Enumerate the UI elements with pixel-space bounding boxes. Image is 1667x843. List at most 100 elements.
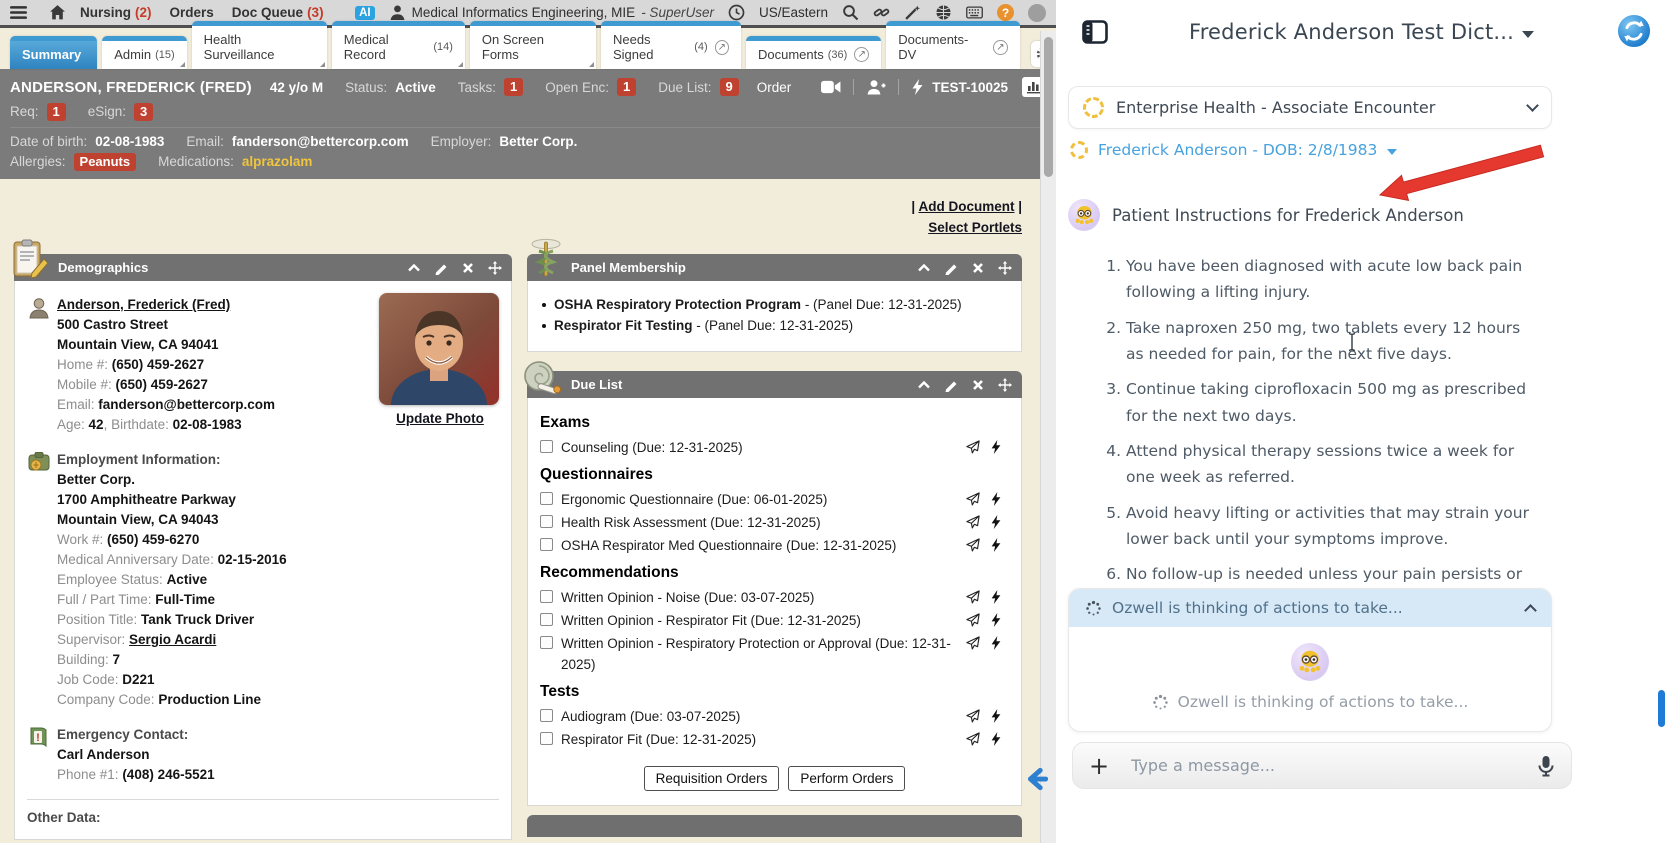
lightning-icon[interactable] [989, 708, 1003, 723]
search-icon[interactable] [842, 4, 859, 21]
lightning-icon[interactable] [911, 79, 924, 95]
allergy-badge[interactable]: Peanuts [73, 152, 137, 171]
due-item-checkbox[interactable] [540, 636, 553, 649]
close-icon[interactable] [461, 261, 475, 275]
attach-plus-button[interactable]: + [1089, 754, 1109, 778]
lightning-icon[interactable] [989, 612, 1003, 627]
tab[interactable]: Admin (15) [102, 36, 187, 69]
svg-text:!: ! [36, 732, 40, 744]
ozwell-logo-icon[interactable] [1617, 14, 1651, 48]
lightning-icon[interactable] [989, 439, 1003, 454]
collapse-icon[interactable] [407, 261, 421, 275]
collapse-icon[interactable] [917, 261, 931, 275]
sidebar-toggle-icon[interactable] [1082, 20, 1108, 44]
send-icon[interactable] [966, 612, 980, 627]
move-icon[interactable] [488, 260, 502, 275]
tab[interactable]: Documents-DV ↗ [886, 21, 1020, 69]
topbar-nav-item[interactable]: Doc Queue (3) [232, 5, 324, 20]
requisition-orders-button[interactable]: Requisition Orders [643, 766, 780, 791]
esign-count-badge[interactable]: 3 [134, 102, 154, 121]
open-enc-count-badge[interactable]: 1 [617, 78, 637, 96]
home-icon[interactable] [49, 4, 66, 21]
send-icon[interactable] [966, 708, 980, 723]
due-item-checkbox[interactable] [540, 732, 553, 745]
chat-patient-dropdown[interactable]: Frederick Anderson - DOB: 2/8/1983 [1070, 141, 1552, 159]
tasks-count-badge[interactable]: 1 [503, 78, 524, 96]
add-person-icon[interactable] [866, 79, 886, 95]
wand-icon[interactable] [904, 4, 921, 21]
tab[interactable]: Documents (36) ↗ [745, 36, 882, 69]
link-icon[interactable] [873, 4, 890, 21]
due-item-checkbox[interactable] [540, 538, 553, 551]
ai-badge[interactable]: AI [355, 5, 375, 20]
globe-icon[interactable] [935, 4, 952, 21]
send-icon[interactable] [966, 491, 980, 506]
encounter-card[interactable]: Enterprise Health - Associate Encounter [1068, 86, 1552, 129]
move-icon[interactable] [998, 377, 1012, 392]
ehr-scrollbar[interactable] [1040, 31, 1056, 843]
lightning-icon[interactable] [989, 537, 1003, 552]
send-icon[interactable] [966, 731, 980, 746]
edit-icon[interactable] [944, 261, 958, 275]
close-icon[interactable] [971, 261, 985, 275]
help-icon[interactable]: ? [997, 4, 1014, 21]
topbar-nav-item[interactable]: Nursing (2) [80, 5, 152, 20]
order-link[interactable]: Order [757, 80, 792, 95]
collapse-panel-button[interactable] [1024, 766, 1050, 792]
due-item-checkbox[interactable] [540, 492, 553, 505]
edit-icon[interactable] [434, 261, 448, 275]
due-item-checkbox[interactable] [540, 440, 553, 453]
select-portlets-link[interactable]: Select Portlets [928, 220, 1022, 235]
lightning-icon[interactable] [989, 589, 1003, 604]
due-item-checkbox[interactable] [540, 590, 553, 603]
tab[interactable]: Health Surveillance [191, 21, 327, 69]
current-user[interactable]: Medical Informatics Engineering, MIE - S… [389, 4, 714, 21]
due-item-checkbox[interactable] [540, 613, 553, 626]
patient-name[interactable]: ANDERSON, FREDERICK (FRED) [10, 79, 252, 96]
ehr-scrollbar-thumb[interactable] [1044, 37, 1053, 177]
send-icon[interactable] [966, 514, 980, 529]
message-input[interactable] [1131, 756, 1515, 775]
due-item-checkbox[interactable] [540, 709, 553, 722]
clock-icon[interactable] [728, 4, 745, 21]
send-icon[interactable] [966, 537, 980, 552]
employment-group: Employment Information: Better Corp. 170… [27, 449, 499, 710]
lightning-icon[interactable] [989, 731, 1003, 746]
avatar[interactable] [1028, 3, 1046, 22]
perform-orders-button[interactable]: Perform Orders [788, 766, 906, 791]
edit-icon[interactable] [944, 378, 958, 392]
lightning-icon[interactable] [989, 514, 1003, 529]
send-icon[interactable] [966, 589, 980, 604]
employment-row: Job Code: D221 [57, 672, 155, 687]
due-section-title: Tests [540, 683, 580, 700]
send-icon[interactable] [966, 635, 980, 650]
close-icon[interactable] [971, 378, 985, 392]
microphone-icon[interactable] [1537, 755, 1555, 777]
add-document-link[interactable]: Add Document [918, 199, 1014, 214]
thinking-card-header[interactable]: Ozwell is thinking of actions to take... [1069, 589, 1551, 627]
lightning-icon[interactable] [989, 491, 1003, 506]
hamburger-menu-icon[interactable] [10, 4, 27, 21]
keyboard-icon[interactable] [966, 4, 983, 21]
video-camera-icon[interactable] [821, 79, 841, 95]
timezone-label[interactable]: US/Eastern [759, 5, 828, 20]
tab[interactable]: On Screen Forms [469, 21, 596, 69]
topbar-nav-item[interactable]: Orders [170, 5, 214, 20]
medication-value[interactable]: alprazolam [242, 154, 313, 169]
employment-row: 1700 Amphitheatre Parkway [57, 492, 236, 507]
move-icon[interactable] [998, 260, 1012, 275]
req-count-badge[interactable]: 1 [46, 102, 66, 121]
due-list-count-badge[interactable]: 9 [719, 78, 739, 96]
send-icon[interactable] [966, 439, 980, 454]
tab[interactable]: Medical Record (14) [331, 21, 465, 69]
chat-title-dropdown[interactable]: Frederick Anderson Test Dict... [1189, 20, 1535, 44]
due-item-label: Health Risk Assessment (Due: 12-31-2025) [561, 515, 821, 530]
due-list-header: Due List [527, 371, 1022, 398]
lightning-icon[interactable] [989, 635, 1003, 650]
employer-value: Better Corp. [499, 133, 578, 149]
collapse-icon[interactable] [917, 378, 931, 392]
due-item-checkbox[interactable] [540, 515, 553, 528]
tab[interactable]: Needs Signed (4) ↗ [600, 21, 741, 69]
chat-scrollbar-thumb[interactable] [1658, 690, 1665, 727]
tab[interactable]: Summary [10, 36, 98, 69]
